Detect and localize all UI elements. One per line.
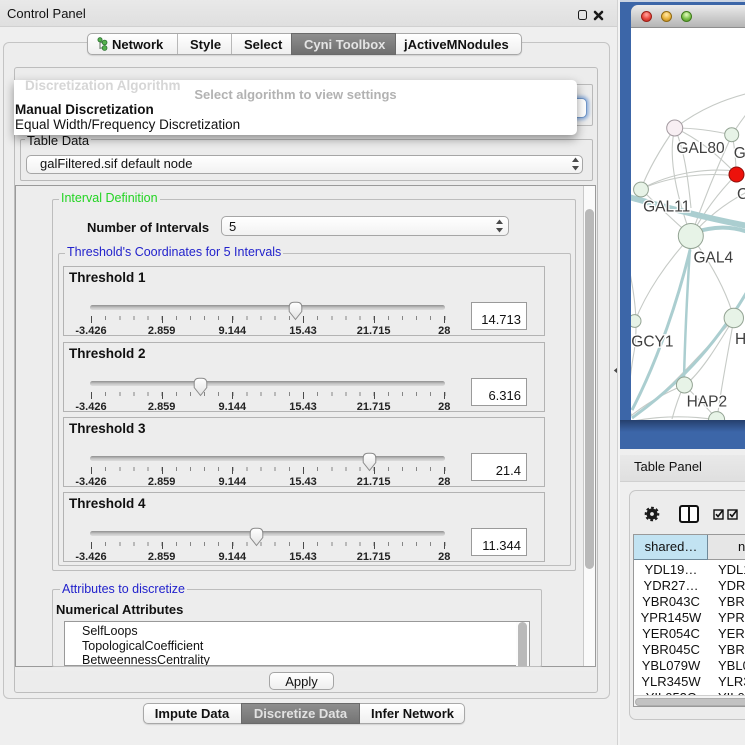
svg-text:GAL3: GAL3 bbox=[734, 145, 745, 162]
svg-text:GAL4: GAL4 bbox=[694, 250, 734, 267]
svg-text:HAP2: HAP2 bbox=[687, 394, 728, 411]
svg-text:GAL11: GAL11 bbox=[643, 198, 690, 215]
svg-text:GCY1: GCY1 bbox=[631, 334, 673, 351]
svg-text:CY: CY bbox=[737, 186, 745, 203]
svg-text:HI: HI bbox=[735, 331, 745, 348]
svg-text:GAL80: GAL80 bbox=[676, 140, 725, 157]
